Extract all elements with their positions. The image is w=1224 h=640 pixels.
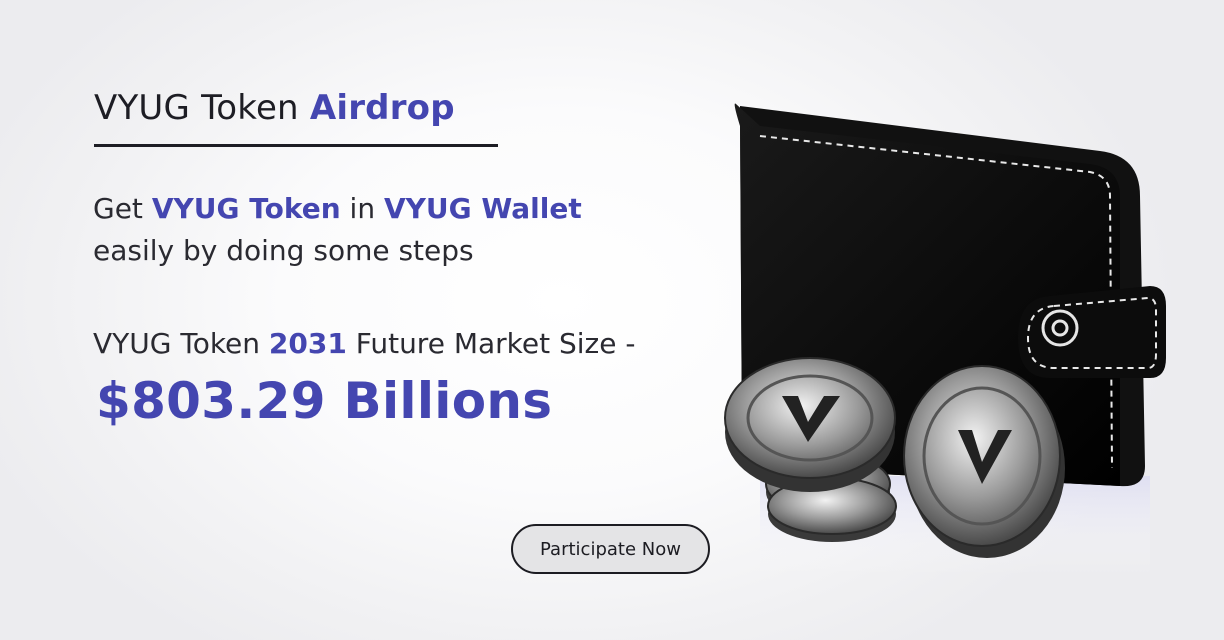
intro-in-text: in <box>349 192 376 225</box>
page-title: VYUG Token Airdrop <box>94 88 455 128</box>
intro-line-1: Get VYUG Token in VYUG Wallet <box>93 192 582 225</box>
title-accent: Airdrop <box>309 88 455 128</box>
market-year: 2031 <box>268 327 347 360</box>
intro-line-2: easily by doing some steps <box>93 234 474 267</box>
title-prefix: VYUG Token <box>94 88 299 128</box>
market-suffix: Future Market Size - <box>355 327 636 360</box>
intro-get-text: Get <box>93 192 143 225</box>
participate-now-button[interactable]: Participate Now <box>511 524 710 574</box>
market-value: $803.29 Billions <box>96 372 553 430</box>
intro-wallet-name: VYUG Wallet <box>383 192 582 225</box>
title-underline <box>94 144 498 147</box>
market-line: VYUG Token 2031 Future Market Size - <box>93 327 635 360</box>
intro-token-name: VYUG Token <box>151 192 341 225</box>
market-prefix: VYUG Token <box>93 327 261 360</box>
wallet-illustration <box>724 103 1166 576</box>
